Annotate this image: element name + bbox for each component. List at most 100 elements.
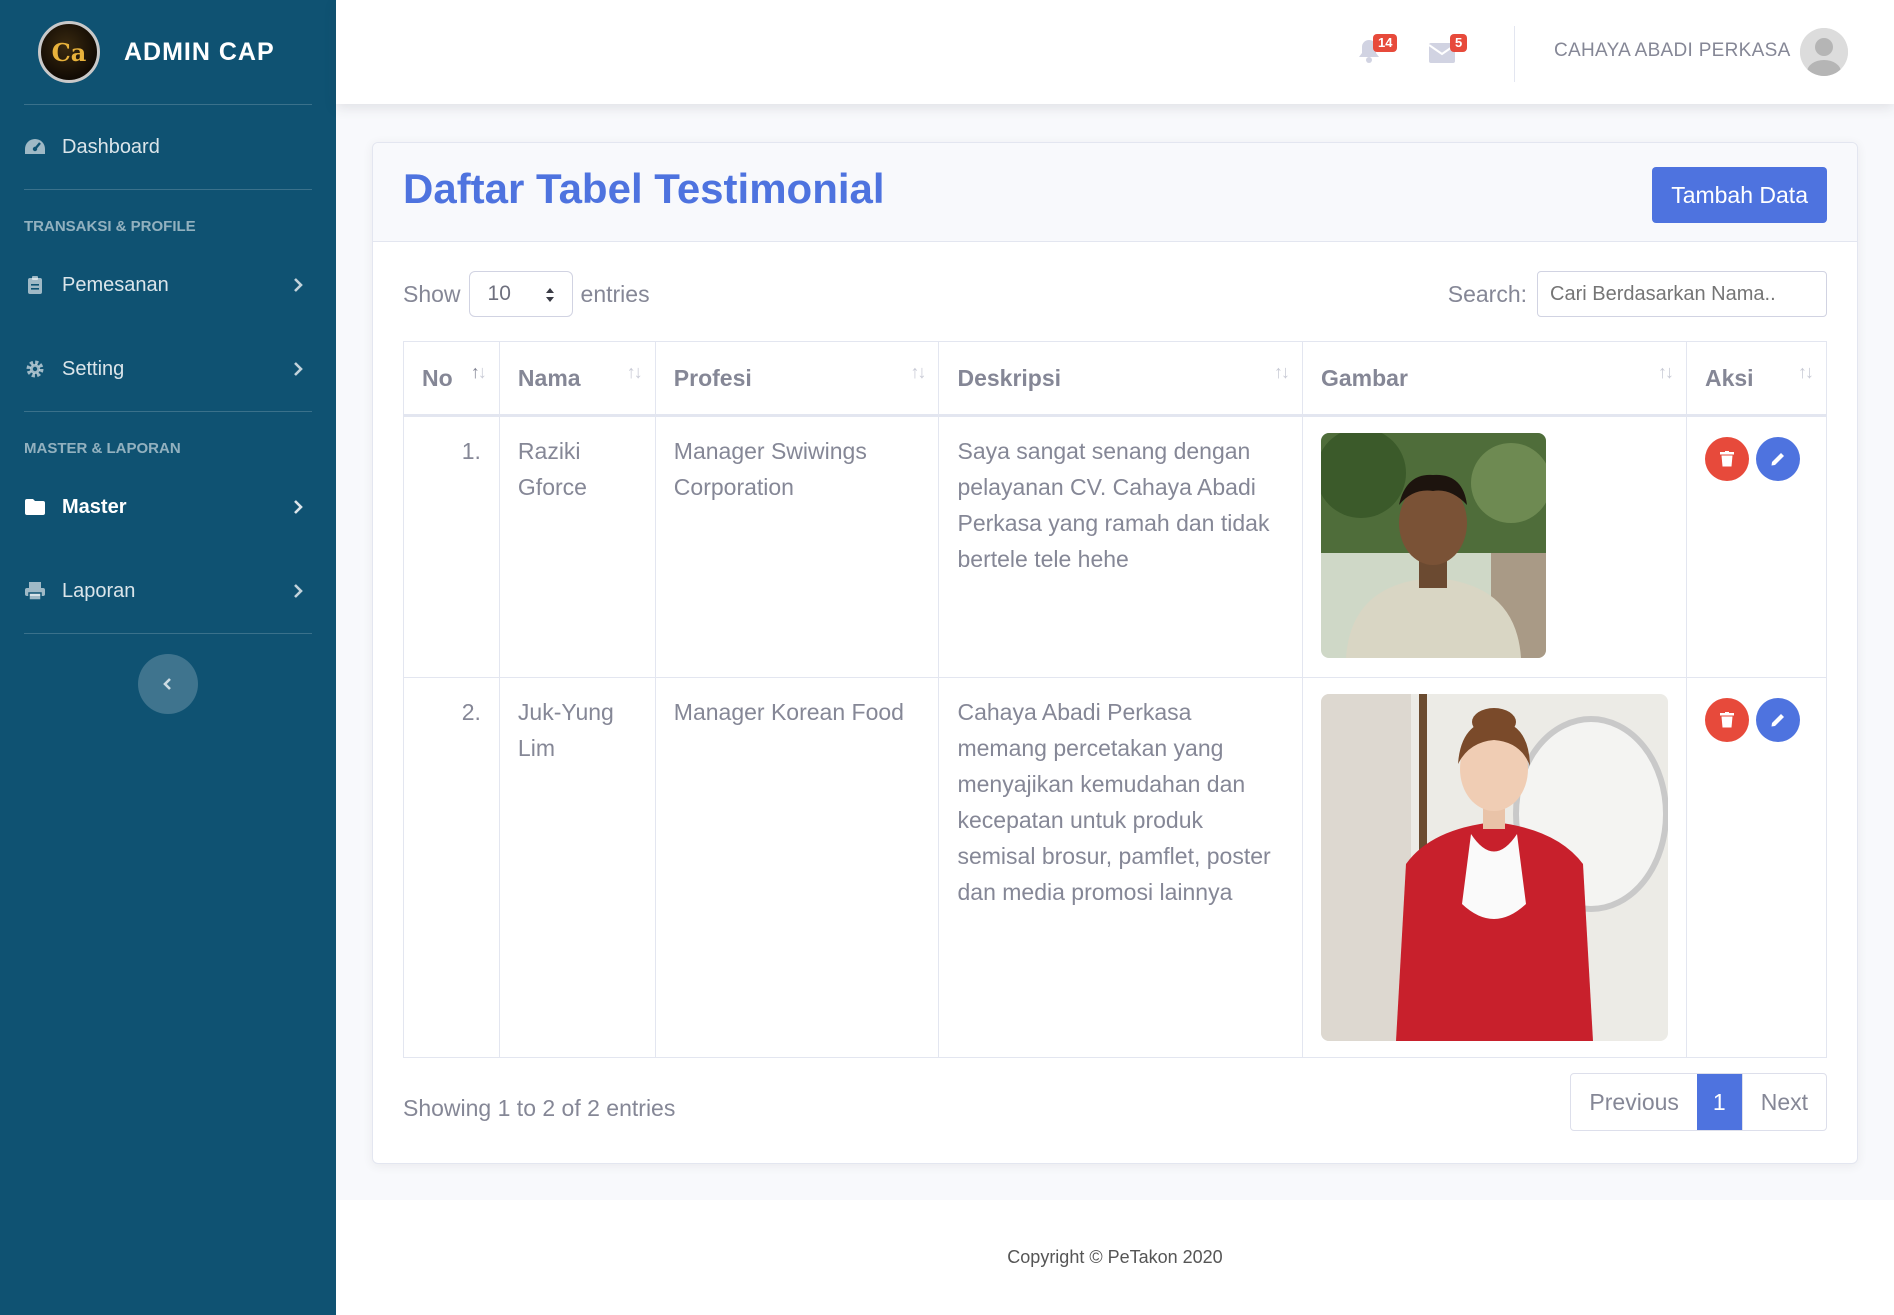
search-label: Search: bbox=[1447, 280, 1527, 307]
sort-icon: ↑↓ bbox=[626, 362, 643, 382]
column-header-label: Gambar bbox=[1320, 364, 1408, 391]
column-header-label: Deskripsi bbox=[957, 364, 1062, 391]
pencil-icon bbox=[1771, 453, 1784, 466]
sidebar-item-label: Laporan bbox=[62, 579, 136, 602]
sidebar-item-dashboard[interactable]: Dashboard bbox=[0, 105, 336, 189]
sidebar: Ca ADMIN CAP Dashboard TRANSAKSI & PROFI… bbox=[0, 0, 336, 1315]
sidebar-heading-transaksi: TRANSAKSI & PROFILE bbox=[24, 218, 196, 235]
testimonial-table: No ↑↓ Nama ↑↓ Profesi ↑↓ Deskripsi ↑↓ Gambar… bbox=[403, 341, 1828, 1058]
clipboard-icon bbox=[24, 274, 46, 296]
sidebar-item-laporan[interactable]: Laporan bbox=[0, 549, 336, 633]
delete-button[interactable] bbox=[1704, 698, 1749, 742]
table-header-row: No ↑↓ Nama ↑↓ Profesi ↑↓ Deskripsi ↑↓ Gambar… bbox=[403, 341, 1828, 417]
cell-profesi: Manager Korean Food bbox=[654, 677, 940, 1058]
page-length-value: 10 bbox=[487, 282, 511, 305]
cell-no: 2. bbox=[403, 677, 500, 1058]
sort-icon: ↑↓ bbox=[1657, 362, 1674, 382]
table-row: 2. Juk-Yung Lim Manager Korean Food Caha… bbox=[403, 677, 1828, 1058]
sidebar-item-label: Pemesanan bbox=[62, 273, 169, 296]
table-row: 1. Raziki Gforce Manager Swiwings Corpor… bbox=[403, 415, 1828, 678]
sort-icon: ↑↓ bbox=[910, 362, 926, 382]
alerts-badge: 14 bbox=[1373, 34, 1398, 52]
cell-deskripsi: Saya sangat senang dengan pelayanan CV. … bbox=[938, 415, 1303, 678]
cell-gambar bbox=[1301, 415, 1687, 678]
brand-logo: Ca bbox=[38, 21, 100, 83]
sidebar-item-pemesanan[interactable]: Pemesanan bbox=[0, 243, 336, 327]
cell-nama: Raziki Gforce bbox=[498, 415, 656, 678]
entries-label: entries bbox=[580, 280, 650, 307]
column-header-label: Profesi bbox=[673, 364, 752, 391]
card-header: Daftar Tabel Testimonial Tambah Data bbox=[373, 143, 1857, 242]
cell-aksi bbox=[1685, 677, 1828, 1058]
user-avatar-icon bbox=[1800, 28, 1848, 76]
column-header-label: Nama bbox=[517, 364, 581, 391]
sort-icon: ↑↓ bbox=[1798, 362, 1814, 382]
sidebar-divider bbox=[24, 633, 312, 634]
table-info: Showing 1 to 2 of 2 entries bbox=[403, 1095, 676, 1121]
chevron-right-icon bbox=[294, 500, 303, 514]
cell-no: 1. bbox=[403, 415, 500, 678]
column-header-aksi[interactable]: Aksi ↑↓ bbox=[1685, 341, 1828, 417]
tachometer-icon bbox=[24, 136, 46, 158]
cell-gambar bbox=[1301, 677, 1687, 1058]
show-label: Show bbox=[403, 280, 461, 307]
column-header-gambar[interactable]: Gambar ↑↓ bbox=[1301, 341, 1687, 417]
messages-badge: 5 bbox=[1450, 34, 1468, 52]
chevron-right-icon bbox=[294, 278, 303, 292]
avatar[interactable] bbox=[1800, 28, 1848, 76]
sidebar-item-master[interactable]: Master bbox=[0, 465, 336, 549]
pencil-icon bbox=[1771, 714, 1784, 727]
sidebar-item-label: Dashboard bbox=[62, 135, 160, 158]
brand[interactable]: Ca ADMIN CAP bbox=[0, 0, 336, 104]
sort-icon: ↑↓ bbox=[1273, 362, 1290, 382]
gear-icon bbox=[24, 358, 46, 380]
edit-button[interactable] bbox=[1755, 437, 1800, 481]
column-header-no[interactable]: No ↑↓ bbox=[403, 341, 500, 417]
testimonial-photo bbox=[1320, 433, 1546, 658]
row-actions bbox=[1704, 433, 1808, 481]
alerts-button[interactable]: 14 bbox=[1357, 34, 1398, 66]
chevron-right-icon bbox=[294, 584, 303, 598]
table-search: Search: bbox=[1448, 271, 1827, 317]
cell-deskripsi: Cahaya Abadi Perkasa memang percetakan y… bbox=[938, 677, 1303, 1058]
pagination: Previous 1 Next bbox=[1570, 1073, 1827, 1131]
trash-icon bbox=[1719, 451, 1734, 467]
column-header-profesi[interactable]: Profesi ↑↓ bbox=[654, 341, 940, 417]
add-data-button[interactable]: Tambah Data bbox=[1652, 167, 1827, 223]
topbar-divider bbox=[1514, 26, 1515, 82]
sort-arrows-icon bbox=[545, 288, 554, 302]
page-title: Daftar Tabel Testimonial bbox=[403, 165, 885, 212]
user-name[interactable]: CAHAYA ABADI PERKASA bbox=[1554, 40, 1791, 62]
sidebar-toggle-button[interactable] bbox=[138, 654, 198, 714]
column-header-deskripsi[interactable]: Deskripsi ↑↓ bbox=[938, 341, 1303, 417]
previous-page-button[interactable]: Previous bbox=[1571, 1074, 1696, 1130]
cell-aksi bbox=[1685, 415, 1828, 678]
brand-title: ADMIN CAP bbox=[124, 37, 275, 66]
testimonial-photo bbox=[1320, 694, 1668, 1041]
print-icon bbox=[24, 580, 46, 602]
column-header-label: Aksi bbox=[1704, 364, 1754, 391]
cell-nama: Juk-Yung Lim bbox=[498, 677, 656, 1058]
footer: Copyright © PeTakon 2020 bbox=[336, 1200, 1894, 1315]
folder-icon bbox=[24, 496, 46, 518]
sidebar-item-setting[interactable]: Setting bbox=[0, 327, 336, 411]
search-input[interactable] bbox=[1537, 271, 1827, 317]
delete-button[interactable] bbox=[1704, 437, 1749, 481]
page-1-button[interactable]: 1 bbox=[1696, 1074, 1742, 1130]
messages-button[interactable]: 5 bbox=[1428, 34, 1468, 66]
edit-button[interactable] bbox=[1755, 698, 1800, 742]
sort-icon: ↑↓ bbox=[470, 362, 487, 382]
column-header-label: No bbox=[422, 364, 453, 391]
column-header-nama[interactable]: Nama ↑↓ bbox=[498, 341, 656, 417]
testimonial-card: Daftar Tabel Testimonial Tambah Data Sho… bbox=[372, 142, 1858, 1164]
sidebar-item-label: Master bbox=[62, 495, 127, 518]
sidebar-item-label: Setting bbox=[62, 357, 125, 380]
page-length-select[interactable]: 10 bbox=[468, 271, 573, 317]
trash-icon bbox=[1719, 712, 1734, 728]
chevron-left-icon bbox=[163, 678, 171, 690]
copyright-text: Copyright © PeTakon 2020 bbox=[1007, 1247, 1223, 1267]
cell-profesi: Manager Swiwings Corporation bbox=[654, 415, 940, 678]
row-actions bbox=[1704, 694, 1808, 742]
next-page-button[interactable]: Next bbox=[1741, 1074, 1826, 1130]
chevron-right-icon bbox=[294, 362, 303, 376]
